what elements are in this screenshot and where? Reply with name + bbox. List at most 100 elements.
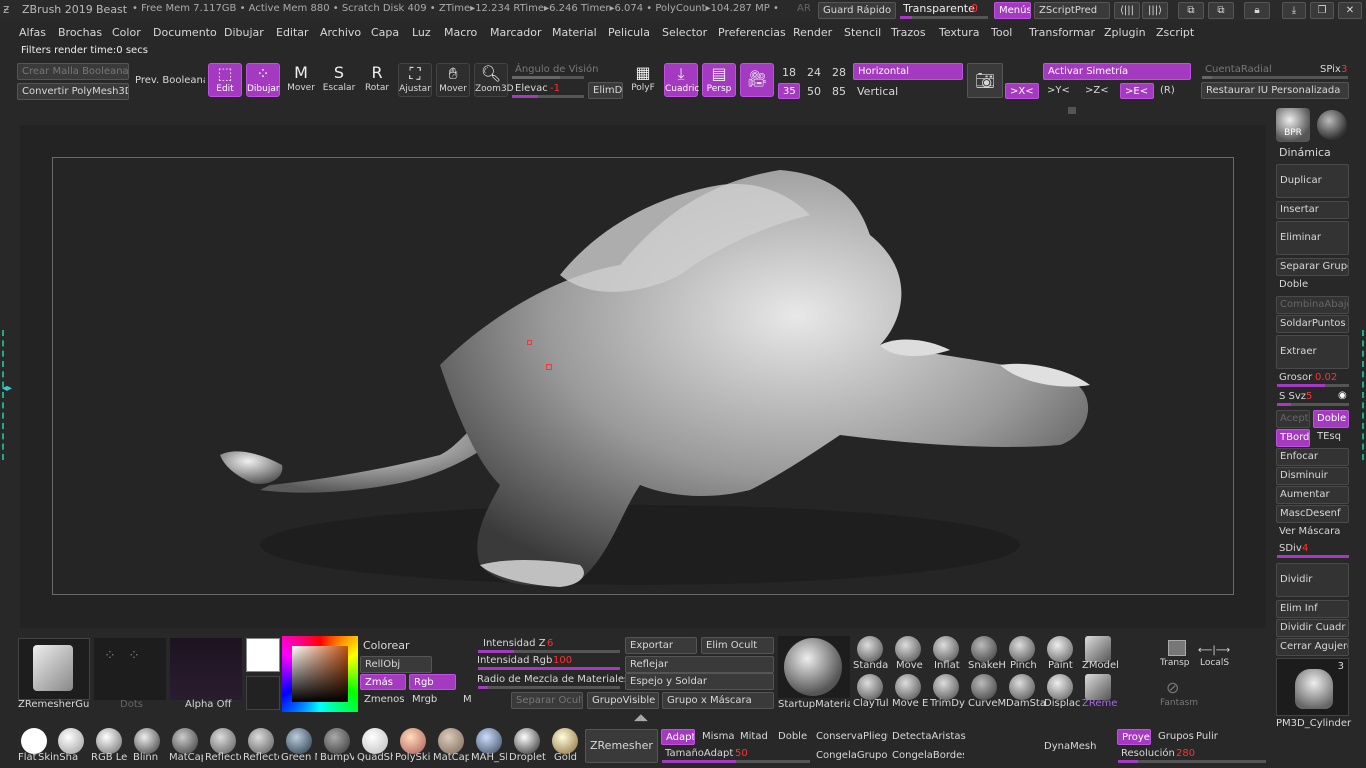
menu-zscript[interactable]: Zscript: [1156, 26, 1194, 39]
intensidad-rgb-slider[interactable]: [478, 667, 620, 670]
menu-color[interactable]: Color: [112, 26, 141, 39]
material-bumpviewer[interactable]: [324, 728, 350, 754]
ssvz-label[interactable]: S Svz: [1279, 391, 1306, 402]
tesq-button[interactable]: TEsq: [1317, 431, 1341, 442]
pinch-brush-label[interactable]: Pinch: [1010, 660, 1037, 671]
edit-tool[interactable]: ⬚ Edit: [208, 63, 242, 97]
restore-icon[interactable]: ❐: [1310, 2, 1334, 19]
move-tool[interactable]: M Mover: [284, 63, 318, 97]
standard-brush-icon[interactable]: [857, 636, 883, 662]
menu-alfas[interactable]: Alfas: [19, 26, 46, 39]
misma-button[interactable]: Misma: [702, 731, 735, 742]
menu-archivo[interactable]: Archivo: [320, 26, 361, 39]
menu-trazos[interactable]: Trazos: [891, 26, 926, 39]
sdiv-label[interactable]: SDiv: [1279, 543, 1302, 554]
menu-capa[interactable]: Capa: [371, 26, 399, 39]
menu-editar[interactable]: Editar: [276, 26, 309, 39]
extraer-button[interactable]: Extraer: [1276, 335, 1349, 369]
gizmo-marker-2[interactable]: [546, 364, 552, 370]
snakehook-brush-label[interactable]: SnakeH: [968, 660, 1006, 671]
next-script-button[interactable]: |||⟩: [1142, 2, 1168, 19]
horizontal-button[interactable]: Horizontal: [853, 63, 963, 80]
fov-50[interactable]: 50: [807, 85, 821, 98]
quicksave-button[interactable]: Guard Rápido: [818, 2, 896, 19]
rotate-tool[interactable]: R Rotar: [360, 63, 394, 97]
vertical-button[interactable]: Vertical: [857, 85, 898, 98]
material-matcap[interactable]: [172, 728, 198, 754]
enfocar-button[interactable]: Enfocar: [1276, 448, 1349, 466]
ssvz-slider[interactable]: [1277, 403, 1349, 406]
local-symmetry-icon[interactable]: ⟵|⟶: [1198, 645, 1230, 656]
ver-mascara-button[interactable]: Ver Máscara: [1279, 526, 1340, 537]
move-brush-label[interactable]: Move: [896, 660, 923, 671]
mitad-button[interactable]: Mitad: [740, 731, 768, 742]
resolucion-label[interactable]: Resolución: [1121, 748, 1175, 759]
gizmo-marker[interactable]: [527, 340, 532, 345]
elim-inf-button[interactable]: Elim Inf: [1276, 600, 1349, 618]
radio-mezcla-label[interactable]: Radio de Mezcla de Materiales: [477, 674, 629, 685]
lock-icon[interactable]: 🔒︎: [1244, 2, 1270, 19]
zoom3d-tool[interactable]: 🔍︎ Zoom3D: [474, 63, 514, 97]
displace-brush-label[interactable]: Displac: [1044, 698, 1080, 709]
menu-dibujar[interactable]: Dibujar: [224, 26, 264, 39]
left-expand-icon[interactable]: ◂▸: [2, 383, 12, 394]
congela-bordes-button[interactable]: CongelaBordes: [892, 750, 964, 761]
axis-z-button[interactable]: >Z<: [1085, 85, 1109, 96]
duplicar-button[interactable]: Duplicar: [1276, 164, 1349, 198]
right-edge-handle[interactable]: [1356, 330, 1364, 460]
elimdi-button[interactable]: ElimDi: [588, 82, 623, 99]
menu-preferencias[interactable]: Preferencias: [718, 26, 786, 39]
displace-brush-icon[interactable]: [1047, 674, 1073, 700]
reflejar-button[interactable]: Reflejar: [625, 656, 774, 673]
grosor-label[interactable]: Grosor: [1279, 372, 1312, 383]
fov-24[interactable]: 24: [807, 66, 821, 79]
stroke-thumbnail[interactable]: ⁘ ⁘: [94, 638, 166, 700]
rgb-button[interactable]: Rgb: [409, 674, 456, 690]
axis-x-button[interactable]: >X<: [1005, 83, 1039, 99]
material-flat-color[interactable]: [21, 728, 47, 754]
menu-brochas[interactable]: Brochas: [58, 26, 102, 39]
trimdynamic-brush-icon[interactable]: [933, 674, 959, 700]
fov-85[interactable]: 85: [832, 85, 846, 98]
espejo-soldar-button[interactable]: Espejo y Soldar: [625, 673, 774, 690]
menus-button[interactable]: Menús: [994, 2, 1031, 19]
congela-grupos-button[interactable]: CongelaGrupos: [816, 750, 888, 761]
adapt-button[interactable]: Adapt: [661, 729, 695, 745]
move-elastic-brush-icon[interactable]: [895, 674, 921, 700]
zremesher-button[interactable]: ZRemesher: [585, 729, 658, 763]
resolucion-slider[interactable]: [1118, 760, 1266, 763]
menu-selector[interactable]: Selector: [662, 26, 707, 39]
crear-malla-booleana-button[interactable]: Crear Malla Booleana: [17, 63, 129, 80]
zmenos-button[interactable]: Zmenos: [364, 694, 404, 705]
menu-zplugin[interactable]: Zplugin: [1104, 26, 1146, 39]
brush-thumbnail[interactable]: [18, 638, 90, 700]
material-green-metal[interactable]: [286, 728, 312, 754]
cuenta-radial-label[interactable]: CuentaRadial: [1205, 64, 1272, 75]
material-mah-shade[interactable]: [476, 728, 502, 754]
claytubes-brush-icon[interactable]: [857, 674, 883, 700]
transp-icon[interactable]: [1168, 640, 1186, 656]
doble-button[interactable]: Doble: [1313, 410, 1349, 428]
material-droplet[interactable]: [514, 728, 540, 754]
claytubes-brush-label[interactable]: ClayTul: [853, 698, 889, 709]
dividir-cuadr-button[interactable]: Dividir Cuadr: [1276, 619, 1349, 637]
combina-abajo-button[interactable]: CombinaAbajo: [1276, 296, 1349, 314]
axis-y-button[interactable]: >Y<: [1047, 85, 1070, 96]
tbord-button[interactable]: TBord: [1276, 429, 1310, 447]
left-edge-handle[interactable]: [2, 330, 12, 460]
move-elastic-brush-label[interactable]: Move E: [892, 698, 928, 709]
persp-button[interactable]: ▤ Persp: [702, 63, 736, 97]
separar-oculto-button[interactable]: Separar Oculto: [511, 692, 583, 709]
proyec-button[interactable]: Proyec: [1117, 729, 1151, 745]
move-brush-icon[interactable]: [895, 636, 921, 662]
menu-render[interactable]: Render: [793, 26, 832, 39]
detecta-aristas-button[interactable]: DetectaAristas: [892, 731, 966, 742]
zmas-button[interactable]: Zmás: [360, 674, 406, 690]
damstandard-brush-label[interactable]: DamSta: [1006, 698, 1046, 709]
material-quadshade[interactable]: [362, 728, 388, 754]
intensidad-rgb-label[interactable]: Intensidad Rgb: [477, 655, 552, 666]
material-reflected-2[interactable]: [248, 728, 274, 754]
menu-marcador[interactable]: Marcador: [490, 26, 542, 39]
rellobj-button[interactable]: RellObj: [360, 656, 432, 673]
color-picker[interactable]: [282, 636, 358, 712]
